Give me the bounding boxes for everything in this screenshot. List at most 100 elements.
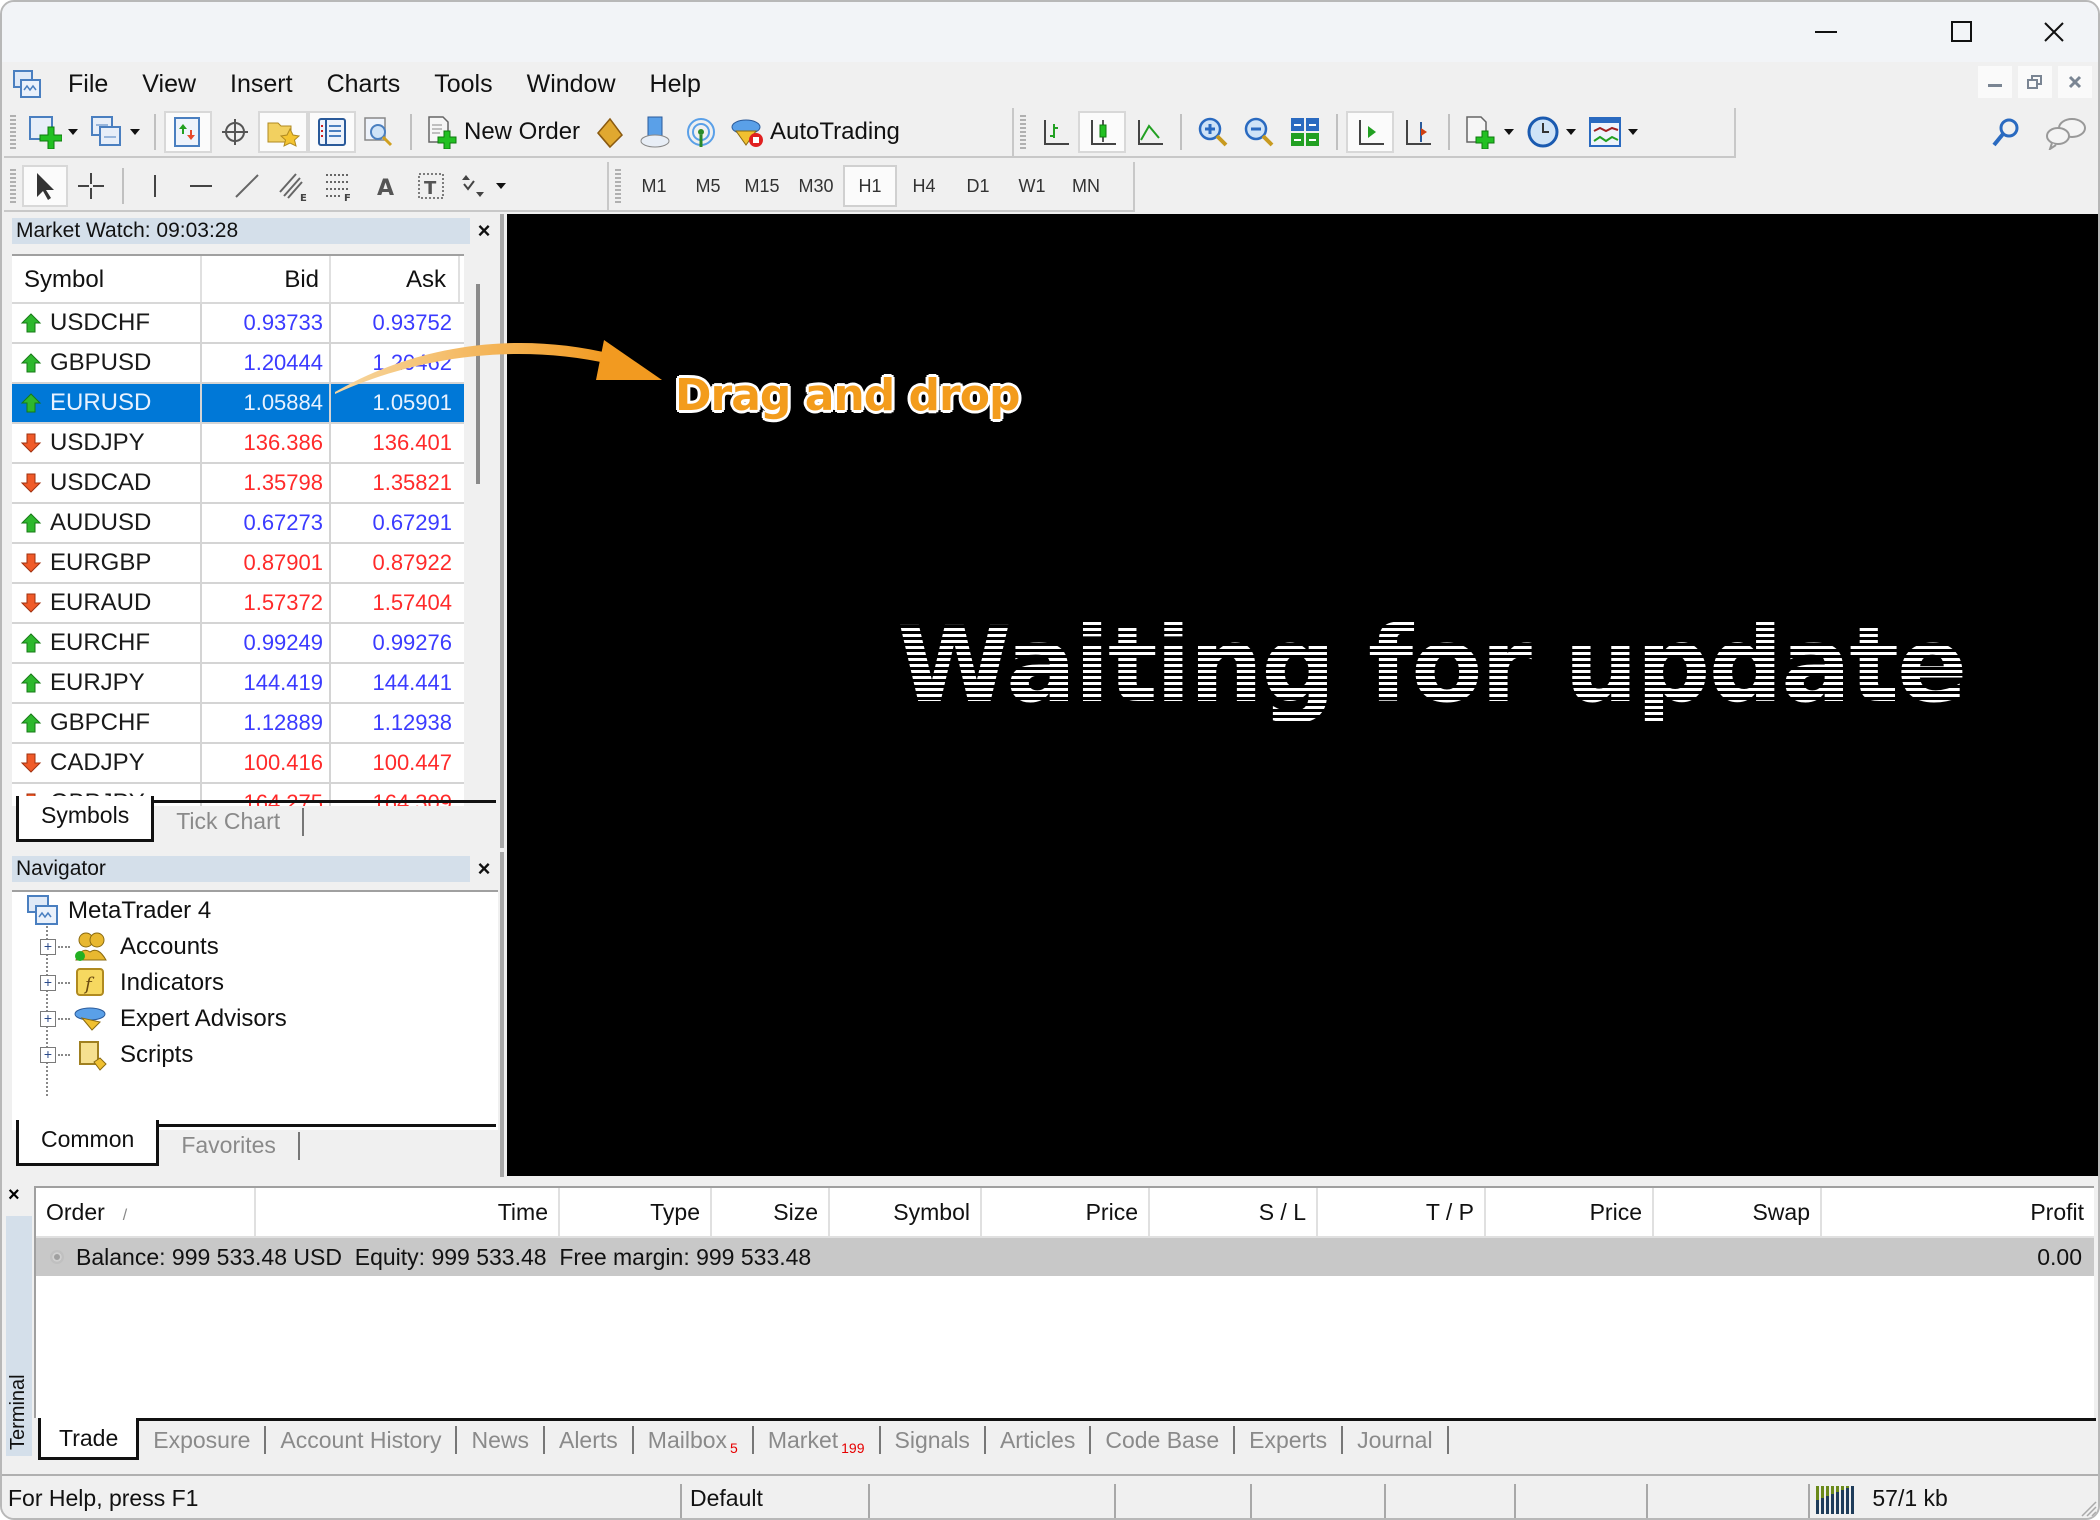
terminal-tab-journal[interactable]: Journal: [1343, 1421, 1446, 1459]
column-order[interactable]: Order /: [36, 1188, 256, 1236]
templates-button[interactable]: [1582, 111, 1644, 153]
mdi-restore-button[interactable]: [2018, 66, 2052, 98]
market-watch-close-button[interactable]: ×: [472, 218, 496, 244]
data-window-button[interactable]: [212, 111, 258, 153]
zoom-out-button[interactable]: [1236, 111, 1282, 153]
profiles-button[interactable]: [84, 111, 146, 153]
search-button[interactable]: [1982, 112, 2028, 154]
menu-file[interactable]: File: [56, 70, 130, 99]
cursor-tool-button[interactable]: [22, 165, 68, 207]
tree-item-indicators[interactable]: + f Indicators: [40, 966, 224, 1000]
tab-favorites[interactable]: Favorites: [159, 1126, 298, 1166]
column-close-price[interactable]: Price: [1486, 1188, 1654, 1236]
vps-button[interactable]: [632, 111, 678, 153]
market-watch-row-eurgbp[interactable]: EURGBP 0.87901 0.87922: [12, 544, 464, 584]
timeframe-d1[interactable]: D1: [951, 165, 1005, 207]
terminal-tab-news[interactable]: News: [457, 1421, 543, 1459]
terminal-toggle-button[interactable]: [308, 111, 356, 153]
timeframe-h4[interactable]: H4: [897, 165, 951, 207]
toolbar-grip[interactable]: [10, 169, 16, 203]
navigator-close-button[interactable]: ×: [472, 856, 496, 882]
menu-window[interactable]: Window: [515, 70, 638, 99]
new-order-button[interactable]: New Order: [420, 111, 586, 153]
column-time[interactable]: Time: [256, 1188, 560, 1236]
arrows-tool-button[interactable]: [454, 165, 512, 207]
market-watch-row-euraud[interactable]: EURAUD 1.57372 1.57404: [12, 584, 464, 624]
tile-windows-button[interactable]: [1282, 111, 1328, 153]
balance-row[interactable]: Balance: 999 533.48 USD Equity: 999 533.…: [36, 1238, 2094, 1276]
chat-button[interactable]: [2038, 112, 2094, 154]
expand-icon[interactable]: +: [40, 939, 56, 955]
terminal-tab-mailbox[interactable]: Mailbox 5: [634, 1421, 752, 1459]
chart-window[interactable]: Waiting for update Drag and drop: [507, 214, 2098, 1176]
status-profile[interactable]: Default: [690, 1476, 763, 1518]
resize-grip-icon[interactable]: [2078, 1498, 2098, 1518]
autotrading-button[interactable]: AutoTrading: [724, 111, 906, 153]
indicators-button[interactable]: [1458, 111, 1520, 153]
column-bid[interactable]: Bid: [202, 256, 331, 302]
tab-common[interactable]: Common: [16, 1120, 160, 1166]
terminal-tab-alerts[interactable]: Alerts: [545, 1421, 632, 1459]
terminal-tab-experts[interactable]: Experts: [1235, 1421, 1341, 1459]
market-watch-row-audusd[interactable]: AUDUSD 0.67273 0.67291: [12, 504, 464, 544]
toolbar-grip[interactable]: [10, 115, 16, 149]
market-watch-row-gbpchf[interactable]: GBPCHF 1.12889 1.12938: [12, 704, 464, 744]
tree-root-metatrader[interactable]: MetaTrader 4: [26, 894, 211, 928]
column-type[interactable]: Type: [560, 1188, 712, 1236]
column-symbol[interactable]: Symbol: [12, 256, 202, 302]
market-watch-row-usdchf[interactable]: USDCHF 0.93733 0.93752: [12, 304, 464, 344]
menu-insert[interactable]: Insert: [218, 70, 315, 99]
strategy-tester-button[interactable]: [356, 111, 402, 153]
terminal-tab-articles[interactable]: Articles: [986, 1421, 1089, 1459]
horizontal-line-tool-button[interactable]: [178, 165, 224, 207]
new-chart-button[interactable]: [22, 111, 84, 153]
timeframe-h1[interactable]: H1: [843, 165, 897, 207]
timeframe-m30[interactable]: M30: [789, 165, 843, 207]
expand-icon[interactable]: +: [40, 975, 56, 991]
column-symbol[interactable]: Symbol: [830, 1188, 982, 1236]
expand-icon[interactable]: +: [40, 1011, 56, 1027]
terminal-tab-signals[interactable]: Signals: [881, 1421, 984, 1459]
menu-help[interactable]: Help: [638, 70, 723, 99]
terminal-tab-trade[interactable]: Trade: [38, 1418, 140, 1460]
signals-button[interactable]: [678, 111, 724, 153]
zoom-in-button[interactable]: [1190, 111, 1236, 153]
terminal-tab-exposure[interactable]: Exposure: [139, 1421, 264, 1459]
market-watch-scrollbar[interactable]: [476, 284, 480, 484]
menu-tools[interactable]: Tools: [422, 70, 514, 99]
close-button[interactable]: [2008, 2, 2098, 62]
mdi-close-button[interactable]: [2058, 66, 2092, 98]
trendline-tool-button[interactable]: [224, 165, 270, 207]
navigator-toggle-button[interactable]: [258, 111, 308, 153]
bar-chart-button[interactable]: [1032, 111, 1078, 153]
periods-button[interactable]: [1520, 111, 1582, 153]
market-watch-row-eurchf[interactable]: EURCHF 0.99249 0.99276: [12, 624, 464, 664]
mdi-minimize-button[interactable]: [1978, 66, 2012, 98]
expand-icon[interactable]: +: [40, 1047, 56, 1063]
tree-item-scripts[interactable]: + Scripts: [40, 1038, 193, 1072]
equidistant-channel-tool-button[interactable]: E: [270, 165, 316, 207]
timeframe-m5[interactable]: M5: [681, 165, 735, 207]
maximize-button[interactable]: [1916, 2, 2008, 62]
metaeditor-button[interactable]: [586, 111, 632, 153]
chart-shift-button[interactable]: [1394, 111, 1440, 153]
tab-symbols[interactable]: Symbols: [16, 796, 155, 842]
vertical-line-tool-button[interactable]: [132, 165, 178, 207]
terminal-tab-account-history[interactable]: Account History: [266, 1421, 455, 1459]
menu-view[interactable]: View: [130, 70, 218, 99]
market-watch-row-cadjpy[interactable]: CADJPY 100.416 100.447: [12, 744, 464, 784]
crosshair-tool-button[interactable]: [68, 165, 114, 207]
timeframe-mn[interactable]: MN: [1059, 165, 1113, 207]
column-sl[interactable]: S / L: [1150, 1188, 1318, 1236]
tree-item-expert-advisors[interactable]: + Expert Advisors: [40, 1002, 287, 1036]
toolbar-grip[interactable]: [1020, 115, 1026, 149]
market-watch-row-gbpusd[interactable]: GBPUSD 1.20444 1.20462: [12, 344, 464, 384]
terminal-tab-code-base[interactable]: Code Base: [1091, 1421, 1233, 1459]
column-ask[interactable]: Ask: [331, 256, 460, 302]
menu-charts[interactable]: Charts: [315, 70, 423, 99]
auto-scroll-button[interactable]: [1346, 111, 1394, 153]
market-watch-row-eurusd[interactable]: EURUSD 1.05884 1.05901: [12, 384, 464, 424]
timeframe-m15[interactable]: M15: [735, 165, 789, 207]
terminal-tab-market[interactable]: Market 199: [754, 1421, 879, 1459]
column-size[interactable]: Size: [712, 1188, 830, 1236]
